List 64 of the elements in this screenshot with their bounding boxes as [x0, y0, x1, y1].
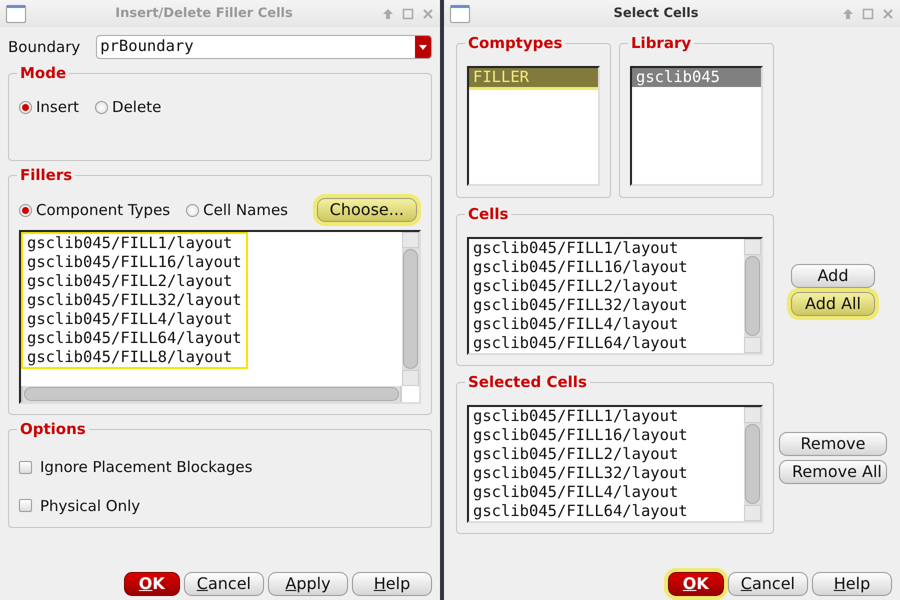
dialog-button[interactable]: Remove — [779, 432, 887, 456]
list-item[interactable]: gsclib045/FILL64/layout — [469, 334, 744, 353]
selection-list[interactable]: gsclib045 — [630, 66, 763, 186]
radio-button[interactable] — [186, 204, 200, 216]
window-title: Insert/Delete Filler Cells — [114, 4, 294, 23]
selection-list[interactable]: FILLER — [467, 66, 600, 186]
window-title: Select Cells — [612, 4, 700, 23]
checkbox-label: Ignore Placement Blockages — [40, 457, 252, 478]
radio-button[interactable] — [19, 204, 32, 216]
cell-list[interactable]: gsclib045/FILL1/layout gsclib045/FILL16/layout gsclib045/FILL2/layout gsclib045/FILL32/layout gsclib045/FILL4/layout gsclib045/FILL64/layout — [467, 405, 763, 523]
list-item[interactable]: gsclib045 — [632, 68, 761, 87]
list-item[interactable]: gsclib045/FILL32/layout — [469, 296, 744, 315]
radio-button[interactable] — [95, 100, 108, 114]
list-item[interactable]: gsclib045/FILL1/layout — [469, 407, 744, 426]
pin-icon[interactable] — [842, 8, 854, 20]
maximize-icon[interactable] — [402, 8, 414, 20]
radio-button[interactable] — [19, 100, 32, 114]
window-icon[interactable] — [450, 4, 470, 22]
list-item[interactable]: gsclib045/FILL16/layout — [23, 253, 246, 272]
list-item[interactable]: gsclib045/FILL64/layout — [469, 502, 744, 521]
list-item[interactable]: gsclib045/FILL32/layout — [23, 291, 246, 310]
list-item[interactable]: gsclib045/FILL2/layout — [23, 272, 246, 291]
list-item[interactable]: gsclib045/FILL16/layout — [469, 258, 744, 277]
close-icon[interactable] — [422, 8, 434, 20]
cell-list[interactable]: gsclib045/FILL1/layout gsclib045/FILL16/layout gsclib045/FILL2/layout gsclib045/FILL32/layout gsclib045/FILL4/layout gsclib045/FILL64/layout — [467, 237, 763, 355]
list-item[interactable]: gsclib045/FILL8/layout — [23, 348, 246, 367]
vertical-scrollbar[interactable] — [744, 239, 761, 353]
horizontal-scrollbar[interactable] — [21, 386, 402, 402]
close-icon[interactable] — [882, 8, 894, 20]
dialog-button[interactable]: Apply — [268, 572, 348, 596]
dialog-button[interactable]: Help — [812, 572, 892, 596]
list-item[interactable]: gsclib045/FILL2/layout — [469, 277, 744, 296]
caret-icon[interactable] — [419, 44, 427, 50]
list-item[interactable]: gsclib045/FILL32/layout — [469, 464, 744, 483]
list-item[interactable]: gsclib045/FILL4/layout — [469, 315, 744, 334]
dialog-button[interactable]: Cancel — [184, 572, 264, 596]
field-label: Boundary — [8, 36, 80, 58]
window-icon[interactable] — [6, 4, 26, 22]
vertical-scrollbar[interactable] — [402, 232, 419, 386]
list-item[interactable]: FILLER — [469, 68, 598, 87]
dialog-button[interactable]: Remove All — [779, 460, 887, 484]
list-item[interactable]: gsclib045/FILL2/layout — [469, 445, 744, 464]
dialog-button[interactable]: OK — [124, 572, 180, 596]
list-item[interactable]: gsclib045/FILL16/layout — [469, 426, 744, 445]
checkbox[interactable] — [19, 460, 32, 474]
dialog-button[interactable]: Add — [791, 264, 875, 288]
pin-icon[interactable] — [382, 8, 394, 20]
list-item[interactable]: gsclib045/FILL1/layout — [23, 234, 246, 253]
boundary-dropdown[interactable]: prBoundary — [96, 35, 432, 59]
radio-label: Delete — [112, 97, 162, 118]
dialog-button[interactable]: Help — [352, 572, 432, 596]
checkbox[interactable] — [19, 499, 32, 512]
list-item[interactable]: gsclib045/FILL1/layout — [469, 239, 744, 258]
vertical-scrollbar[interactable] — [744, 407, 761, 521]
checkbox-label: Physical Only — [40, 496, 140, 516]
dialog-button[interactable]: Cancel — [728, 572, 808, 596]
maximize-icon[interactable] — [862, 8, 874, 20]
list-item[interactable]: gsclib045/FILL4/layout — [23, 310, 246, 329]
radio-label: Insert — [36, 97, 80, 118]
radio-label: Cell Names — [203, 200, 288, 221]
filler-list[interactable]: gsclib045/FILL1/layout gsclib045/FILL16/layout gsclib045/FILL2/layout gsclib045/FILL32/layout gsclib045/FILL4/layout gsclib045/FILL64/layout gsclib045/FILL8/layout — [19, 230, 421, 404]
list-item[interactable]: gsclib045/FILL64/layout — [23, 329, 246, 348]
list-item[interactable]: gsclib045/FILL4/layout — [469, 483, 744, 502]
radio-label: Component Types — [36, 200, 170, 221]
